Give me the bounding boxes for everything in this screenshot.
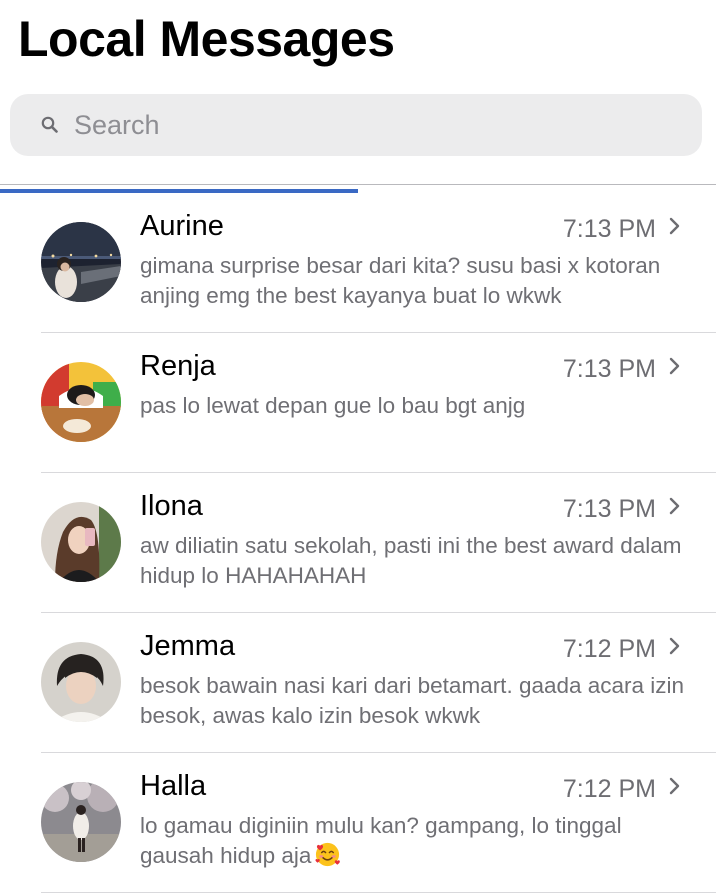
chevron-right-icon [669,777,680,795]
avatar [41,222,121,302]
message-time: 7:13 PM [562,355,656,383]
message-preview: lo gamau diginiin mulu kan? gampang, lo … [140,811,700,871]
page-title: Local Messages [18,11,395,67]
search-icon [41,116,58,133]
chevron-right-icon [669,497,680,515]
conversation-row[interactable]: Aurine 7:13 PM gimana surprise besar dar… [0,193,716,333]
conversation-row[interactable]: Renja 7:13 PM pas lo lewat depan gue lo … [0,333,716,473]
conversation-row[interactable]: Ilona 7:13 PM aw diliatin satu sekolah, … [0,473,716,613]
header-divider [0,184,716,185]
message-preview: gimana surprise besar dari kita? susu ba… [140,253,661,308]
conversation-list: Aurine 7:13 PM gimana surprise besar dar… [0,193,716,893]
chevron-right-icon [669,637,680,655]
search-input[interactable] [74,104,674,146]
avatar [41,642,121,722]
message-preview: pas lo lewat depan gue lo bau bgt anjg [140,393,526,418]
conversation-row[interactable]: Jemma 7:12 PM besok bawain nasi kari dar… [0,613,716,753]
message-time: 7:12 PM [562,635,656,663]
avatar [41,782,121,862]
message-preview: besok bawain nasi kari dari betamart. ga… [140,673,685,728]
chevron-right-icon [669,357,680,375]
message-preview: aw diliatin satu sekolah, pasti ini the … [140,533,682,588]
search-bar[interactable] [10,94,702,156]
avatar [41,502,121,582]
contact-name: Halla [140,770,207,802]
message-time: 7:13 PM [562,495,656,523]
contact-name: Renja [140,350,216,382]
message-time: 7:13 PM [562,215,656,243]
conversation-row[interactable]: Halla 7:12 PM lo gamau diginiin mulu kan… [0,753,716,893]
contact-name: Aurine [140,210,224,242]
contact-name: Jemma [140,630,236,662]
message-preview-text: lo gamau diginiin mulu kan? gampang, lo … [140,813,622,868]
message-time: 7:12 PM [562,775,656,803]
contact-name: Ilona [140,490,203,522]
chevron-right-icon [669,217,680,235]
smiling-face-with-hearts-icon [315,842,341,867]
avatar [41,362,121,442]
